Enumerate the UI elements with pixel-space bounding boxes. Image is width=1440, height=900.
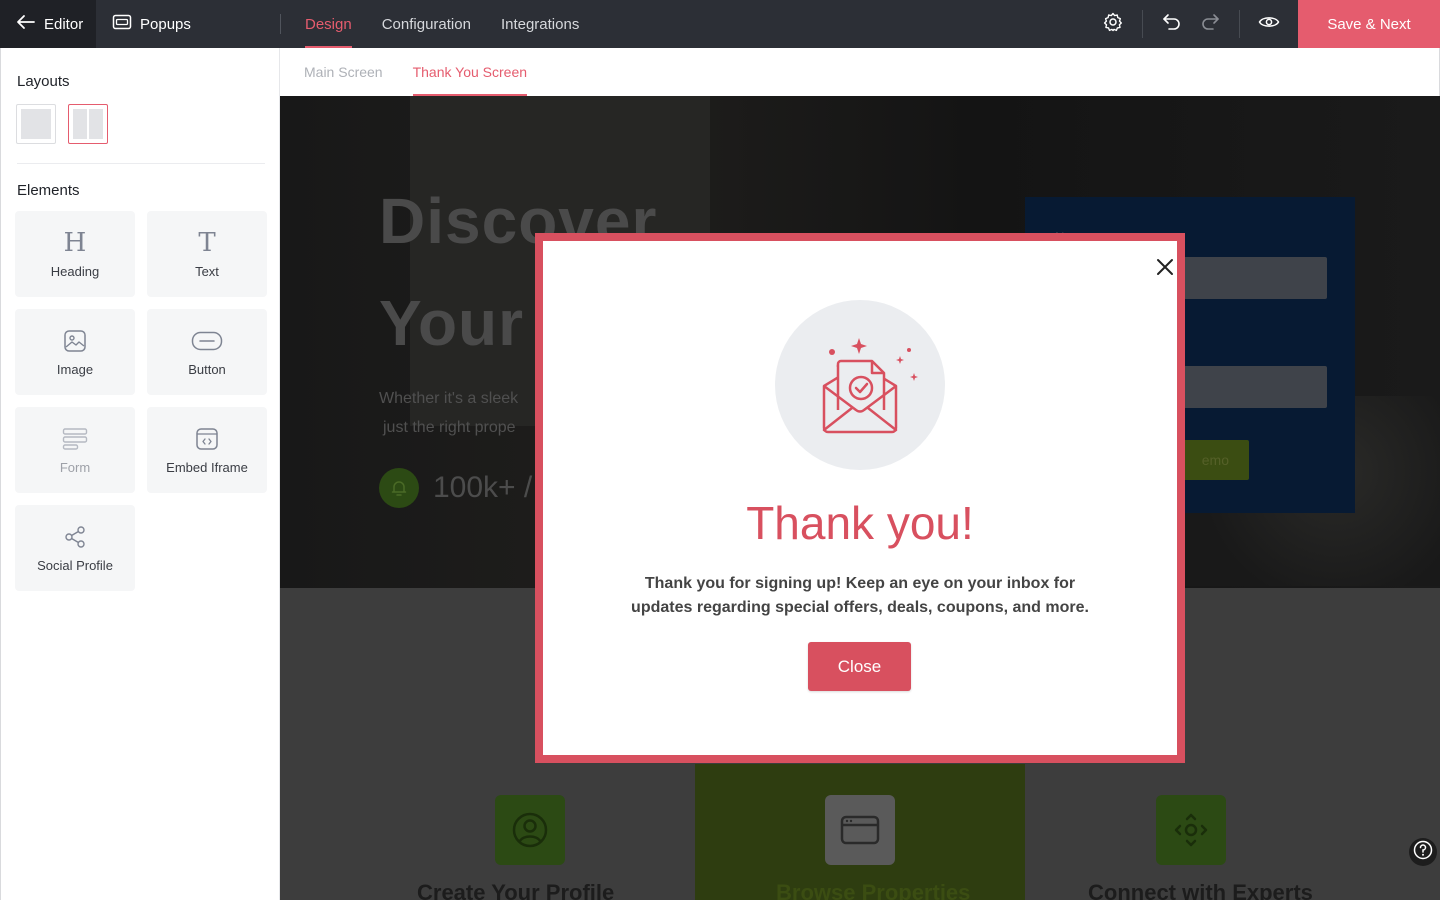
actions-divider	[1142, 10, 1143, 38]
screen-tabs: Main Screen Thank You Screen	[280, 48, 1440, 96]
tab-configuration[interactable]: Configuration	[382, 0, 471, 48]
preview-button[interactable]	[1250, 0, 1288, 48]
editor-label: Editor	[44, 15, 84, 33]
popup-illustration	[775, 300, 945, 470]
question-icon	[1413, 840, 1433, 865]
thank-you-popup[interactable]: Thank you! Thank you for signing up! Kee…	[535, 233, 1185, 763]
back-to-editor-button[interactable]: Editor	[0, 0, 96, 48]
mail-check-icon	[800, 328, 925, 443]
element-label: Form	[59, 459, 91, 475]
user-icon	[495, 795, 565, 865]
hero-subtext-line1: Whether it's a sleek	[379, 390, 519, 407]
popup-window-icon	[112, 14, 132, 34]
element-label: Image	[56, 361, 94, 377]
hero-stat: 100k+ /	[379, 468, 532, 508]
arrow-left-icon	[16, 14, 36, 34]
popups-label: Popups	[140, 15, 191, 33]
layout-single-preview	[21, 109, 51, 139]
element-label: Text	[195, 263, 219, 279]
move-icon	[1156, 795, 1226, 865]
tab-design[interactable]: Design	[305, 0, 352, 48]
elements-sidebar: Layouts Elements H Heading T Text Image …	[0, 48, 280, 900]
element-embed-iframe[interactable]: Embed Iframe	[147, 407, 267, 493]
layout-col-right-preview	[89, 109, 103, 139]
settings-button[interactable]	[1094, 0, 1132, 48]
layouts-heading: Layouts	[17, 73, 70, 90]
element-label: Button	[188, 361, 226, 377]
popup-body: Thank you! Thank you for signing up! Kee…	[543, 241, 1177, 755]
sidebar-divider	[17, 163, 265, 164]
top-bar: Editor Popups Design Configuration Integ…	[0, 0, 1440, 48]
redo-button[interactable]	[1191, 0, 1229, 48]
popup-title: Thank you!	[746, 497, 974, 549]
browser-icon	[825, 795, 895, 865]
elements-heading: Elements	[17, 182, 80, 199]
hero-heading-line2: Your	[379, 287, 525, 359]
redo-icon	[1200, 13, 1220, 36]
help-button[interactable]	[1409, 838, 1437, 866]
bell-icon	[379, 468, 419, 508]
eye-icon	[1258, 14, 1280, 35]
text-icon: T	[198, 227, 216, 258]
element-label: Embed Iframe	[166, 459, 248, 475]
element-form[interactable]: Form	[15, 407, 135, 493]
popup-message: Thank you for signing up! Keep an eye on…	[631, 575, 1089, 616]
actions-divider-2	[1239, 10, 1240, 38]
element-social-profile[interactable]: Social Profile	[15, 505, 135, 591]
main-tabs: Design Configuration Integrations	[305, 0, 579, 48]
undo-button[interactable]	[1153, 0, 1191, 48]
layout-single-column[interactable]	[16, 104, 56, 144]
popup-close-icon-button[interactable]	[1149, 253, 1181, 285]
topbar-actions: Save & Next	[1094, 0, 1440, 48]
tab-main-screen[interactable]: Main Screen	[304, 48, 383, 96]
embed-iframe-icon	[195, 426, 219, 452]
feature-title-profile: Create Your Profile	[417, 880, 615, 900]
undo-icon	[1162, 13, 1182, 36]
element-image[interactable]: Image	[15, 309, 135, 395]
tab-thank-you-screen[interactable]: Thank You Screen	[412, 48, 528, 96]
element-button[interactable]: Button	[147, 309, 267, 395]
share-icon	[63, 524, 87, 550]
tab-integrations[interactable]: Integrations	[501, 0, 579, 48]
element-text[interactable]: T Text	[147, 211, 267, 297]
element-heading[interactable]: H Heading	[15, 211, 135, 297]
feature-title-experts: Connect with Experts	[1088, 880, 1313, 900]
topbar-divider	[280, 14, 281, 34]
stat-value: 100k+ /	[433, 471, 533, 504]
image-icon	[63, 328, 87, 354]
layout-two-column[interactable]	[68, 104, 108, 144]
element-label: Social Profile	[37, 557, 113, 573]
hero-subtext-line2: just the right prope	[383, 419, 516, 436]
form-icon	[62, 426, 88, 452]
layout-col-left-preview	[73, 109, 87, 139]
element-label: Heading	[50, 263, 100, 279]
popups-breadcrumb[interactable]: Popups	[96, 0, 280, 48]
heading-icon: H	[63, 227, 87, 258]
save-and-next-button[interactable]: Save & Next	[1298, 0, 1440, 48]
popup-close-button[interactable]: Close	[808, 642, 911, 691]
feature-title-browse: Browse Properties	[776, 880, 971, 900]
button-icon	[191, 328, 223, 354]
close-icon	[1156, 258, 1174, 281]
gear-icon	[1103, 12, 1123, 37]
